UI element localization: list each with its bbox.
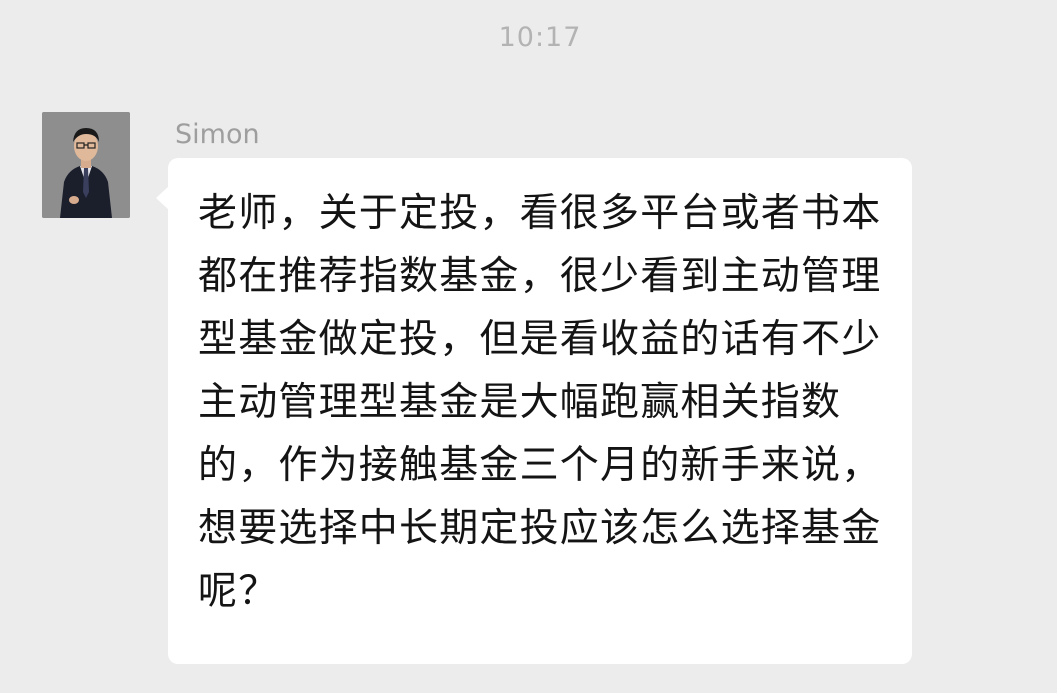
- message-text: 老师，关于定投，看很多平台或者书本都在推荐指数基金，很少看到主动管理型基金做定投…: [198, 191, 882, 614]
- user-portrait-icon: [42, 112, 130, 218]
- sender-name: Simon: [175, 119, 260, 150]
- sender-avatar[interactable]: [42, 112, 130, 218]
- message-bubble[interactable]: 老师，关于定投，看很多平台或者书本都在推荐指数基金，很少看到主动管理型基金做定投…: [168, 158, 912, 664]
- message-row: Simon 老师，关于定投，看很多平台或者书本都在推荐指数基金，很少看到主动管理…: [0, 0, 1057, 693]
